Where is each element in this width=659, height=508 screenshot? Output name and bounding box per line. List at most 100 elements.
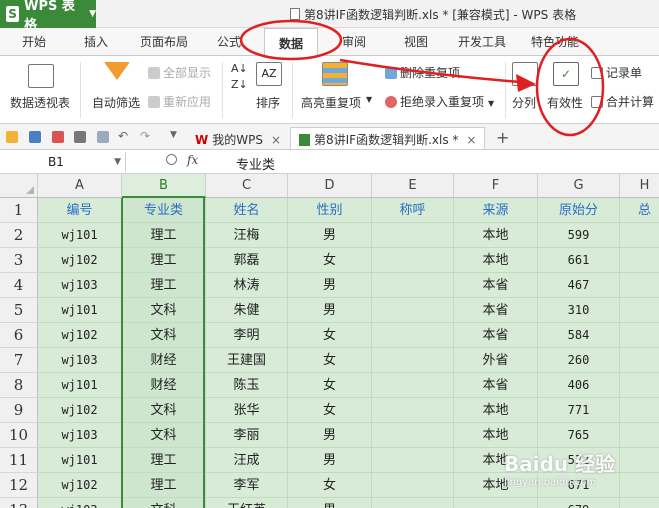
table-cell[interactable]: 李明	[206, 323, 288, 348]
table-cell[interactable]	[372, 373, 454, 398]
table-cell[interactable]	[372, 273, 454, 298]
table-cell[interactable]: 文科	[122, 498, 206, 508]
table-cell[interactable]	[620, 498, 659, 508]
table-cell[interactable]: 理工	[122, 223, 206, 248]
record-form-button[interactable]: 记录单	[591, 64, 642, 81]
table-cell[interactable]: 理工	[122, 248, 206, 273]
table-cell[interactable]: 女	[288, 373, 372, 398]
table-cell[interactable]: 文科	[122, 423, 206, 448]
table-cell[interactable]	[372, 348, 454, 373]
table-cell[interactable]: 男	[288, 498, 372, 508]
table-cell[interactable]: 文科	[122, 398, 206, 423]
table-cell[interactable]: wj102	[38, 473, 122, 498]
table-cell[interactable]: 本省	[454, 273, 538, 298]
table-cell[interactable]: 本省	[454, 298, 538, 323]
table-cell[interactable]	[620, 373, 659, 398]
table-cell[interactable]: 女	[288, 348, 372, 373]
tab-formula[interactable]: 公式	[217, 33, 241, 50]
row-header-7[interactable]: 7	[0, 348, 38, 373]
header-cell[interactable]: 总	[620, 198, 659, 223]
tab-view[interactable]: 视图	[404, 33, 428, 50]
tab-data[interactable]: 数据	[264, 28, 319, 56]
tab-special[interactable]: 特色功能	[531, 33, 579, 50]
table-cell[interactable]	[620, 323, 659, 348]
column-header-c[interactable]: C	[206, 174, 288, 198]
table-cell[interactable]: 本地	[454, 223, 538, 248]
table-cell[interactable]: wj102	[38, 248, 122, 273]
column-header-g[interactable]: G	[538, 174, 620, 198]
new-tab-plus-icon[interactable]: +	[496, 128, 509, 147]
table-cell[interactable]: 财经	[122, 373, 206, 398]
table-cell[interactable]: wj103	[38, 423, 122, 448]
table-cell[interactable]: 理工	[122, 273, 206, 298]
table-cell[interactable]: 理工	[122, 448, 206, 473]
table-cell[interactable]	[620, 448, 659, 473]
table-cell[interactable]: 汪梅	[206, 223, 288, 248]
redo-icon[interactable]: ↷	[140, 129, 150, 143]
row-header-10[interactable]: 10	[0, 423, 38, 448]
table-cell[interactable]	[372, 298, 454, 323]
close-icon[interactable]: ×	[271, 133, 281, 147]
tab-review[interactable]: 审阅	[342, 33, 366, 50]
row-header-8[interactable]: 8	[0, 373, 38, 398]
table-cell[interactable]: 本地	[454, 423, 538, 448]
name-box[interactable]: B1 ▼	[0, 152, 126, 172]
table-cell[interactable]: wj102	[38, 398, 122, 423]
table-cell[interactable]: 王红英	[206, 498, 288, 508]
column-header-f[interactable]: F	[454, 174, 538, 198]
table-cell[interactable]: 文科	[122, 323, 206, 348]
table-cell[interactable]: 男	[288, 298, 372, 323]
show-all-button[interactable]: 全部显示	[148, 64, 211, 81]
print-preview-icon[interactable]	[97, 131, 109, 143]
header-cell[interactable]: 来源	[454, 198, 538, 223]
table-cell[interactable]: 女	[288, 398, 372, 423]
header-cell[interactable]: 编号	[38, 198, 122, 223]
table-cell[interactable]: 王建国	[206, 348, 288, 373]
row-header-12[interactable]: 12	[0, 473, 38, 498]
row-header-13[interactable]: 13	[0, 498, 38, 508]
undo-icon[interactable]: ↶	[118, 129, 128, 143]
table-cell[interactable]	[372, 398, 454, 423]
table-cell[interactable]: 男	[288, 273, 372, 298]
app-menu-button[interactable]: S WPS 表格 ▼	[0, 0, 96, 33]
column-header-h[interactable]: H	[620, 174, 659, 198]
table-cell[interactable]: 郭磊	[206, 248, 288, 273]
row-header-9[interactable]: 9	[0, 398, 38, 423]
row-header-5[interactable]: 5	[0, 298, 38, 323]
header-cell[interactable]: 专业类	[122, 198, 206, 223]
table-cell[interactable]: 朱健	[206, 298, 288, 323]
open-folder-icon[interactable]	[6, 131, 18, 143]
consolidate-button[interactable]: 合并计算	[591, 93, 654, 110]
delete-duplicates-button[interactable]: 删除重复项	[385, 64, 460, 81]
table-cell[interactable]: 310	[538, 298, 620, 323]
table-cell[interactable]: 467	[538, 273, 620, 298]
doc-tab-home[interactable]: W 我的WPS ×	[186, 127, 291, 149]
tab-developer[interactable]: 开发工具	[458, 33, 506, 50]
fx-button[interactable]: fx	[166, 153, 198, 167]
table-cell[interactable]: wj102	[38, 323, 122, 348]
table-cell[interactable]: 599	[538, 223, 620, 248]
table-cell[interactable]: wj103	[38, 273, 122, 298]
header-cell[interactable]: 称呼	[372, 198, 454, 223]
table-cell[interactable]	[620, 248, 659, 273]
table-cell[interactable]: 理工	[122, 473, 206, 498]
header-cell[interactable]: 原始分	[538, 198, 620, 223]
table-cell[interactable]: 661	[538, 248, 620, 273]
table-cell[interactable]: 本地	[454, 398, 538, 423]
tab-page-layout[interactable]: 页面布局	[140, 33, 188, 50]
table-cell[interactable]: 女	[288, 323, 372, 348]
table-cell[interactable]	[620, 473, 659, 498]
table-cell[interactable]: 张华	[206, 398, 288, 423]
row-header-3[interactable]: 3	[0, 248, 38, 273]
table-cell[interactable]	[372, 473, 454, 498]
row-header-6[interactable]: 6	[0, 323, 38, 348]
reject-duplicates-button[interactable]: 拒绝录入重复项 ▼	[385, 93, 494, 110]
table-cell[interactable]	[454, 498, 538, 508]
table-cell[interactable]	[372, 223, 454, 248]
tab-home[interactable]: 开始	[22, 33, 46, 50]
doc-tab-file[interactable]: 第8讲IF函数逻辑判断.xls * ×	[290, 127, 486, 149]
table-cell[interactable]: 男	[288, 423, 372, 448]
column-header-b[interactable]: B	[122, 174, 206, 198]
table-cell[interactable]	[372, 323, 454, 348]
table-cell[interactable]	[372, 248, 454, 273]
